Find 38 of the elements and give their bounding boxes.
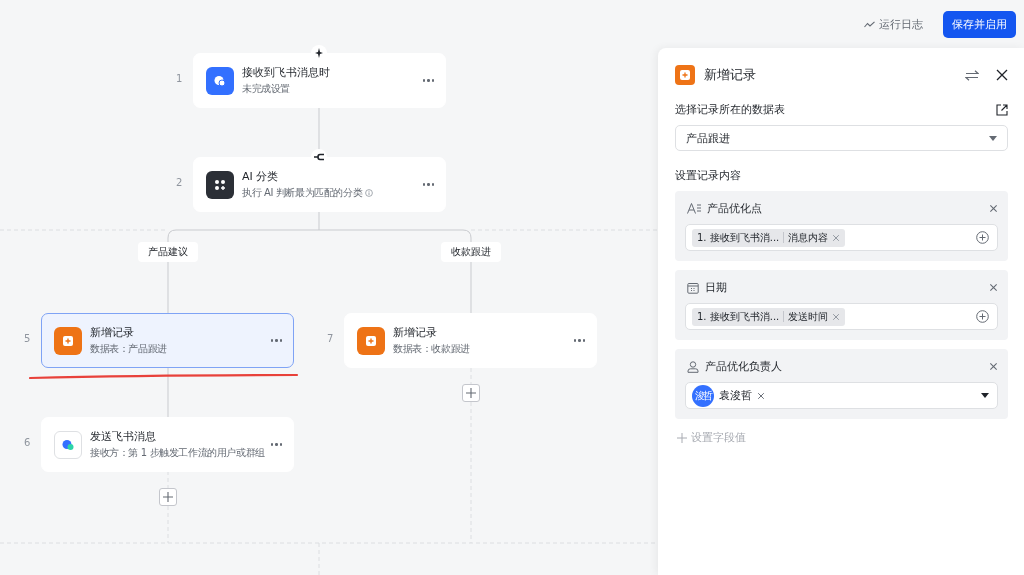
table-select[interactable]: 产品跟进	[675, 125, 1008, 151]
branch-label: 产品建议	[138, 242, 198, 262]
node-title: 新增记录	[393, 325, 438, 340]
workflow-node[interactable]: 新增记录 数据表：产品跟进	[41, 313, 294, 368]
value-field[interactable]: 1. 接收到飞书消... 消息内容	[685, 224, 998, 251]
field-name: 产品优化负责人	[705, 359, 783, 374]
run-log-button[interactable]: 运行日志	[864, 17, 923, 32]
step-number: 5	[24, 333, 31, 344]
node-title: 接收到飞书消息时	[242, 65, 331, 80]
section-label: 设置记录内容	[675, 169, 741, 182]
value-field[interactable]: 1. 接收到飞书消... 发送时间	[685, 303, 998, 330]
node-subtitle: 未完成设置	[242, 82, 290, 96]
save-button[interactable]: 保存并启用	[943, 11, 1016, 38]
node-title: AI 分类	[242, 169, 280, 184]
node-title: 新增记录	[90, 325, 135, 340]
node-subtitle: 接收方：第 1 步触发工作流的用户或群组	[90, 446, 265, 460]
workflow-node[interactable]: 新增记录 数据表：收款跟进	[344, 313, 597, 368]
person-select[interactable]: 浚哲 袁浚哲	[685, 382, 998, 409]
panel-title: 新增记录	[704, 66, 757, 84]
workflow-node[interactable]: AI 分类 执行 AI 判断最为匹配的分类	[193, 157, 446, 212]
field-name: 日期	[705, 280, 728, 295]
workflow-node[interactable]: 接收到飞书消息时 未完成设置	[193, 53, 446, 108]
branch-label: 收款跟进	[441, 242, 501, 262]
node-subtitle: 数据表：收款跟进	[393, 342, 470, 356]
step-number: 7	[327, 333, 334, 344]
variable-tag[interactable]: 1. 接收到飞书消... 消息内容	[692, 228, 846, 247]
node-subtitle: 数据表：产品跟进	[90, 342, 167, 356]
step-number: 1	[176, 73, 183, 84]
workflow-node[interactable]: 发送飞书消息 接收方：第 1 步触发工作流的用户或群组	[41, 417, 294, 472]
field-name: 产品优化点	[707, 201, 763, 216]
variable-tag[interactable]: 1. 接收到飞书消... 发送时间	[692, 307, 846, 326]
step-number: 6	[24, 437, 31, 448]
avatar: 浚哲	[692, 384, 714, 407]
step-number: 2	[176, 177, 183, 188]
table-label: 选择记录所在的数据表	[675, 102, 785, 117]
node-title: 发送飞书消息	[90, 429, 157, 444]
person-name: 袁浚哲	[719, 388, 752, 403]
node-subtitle: 执行 AI 判断最为匹配的分类	[242, 186, 363, 200]
